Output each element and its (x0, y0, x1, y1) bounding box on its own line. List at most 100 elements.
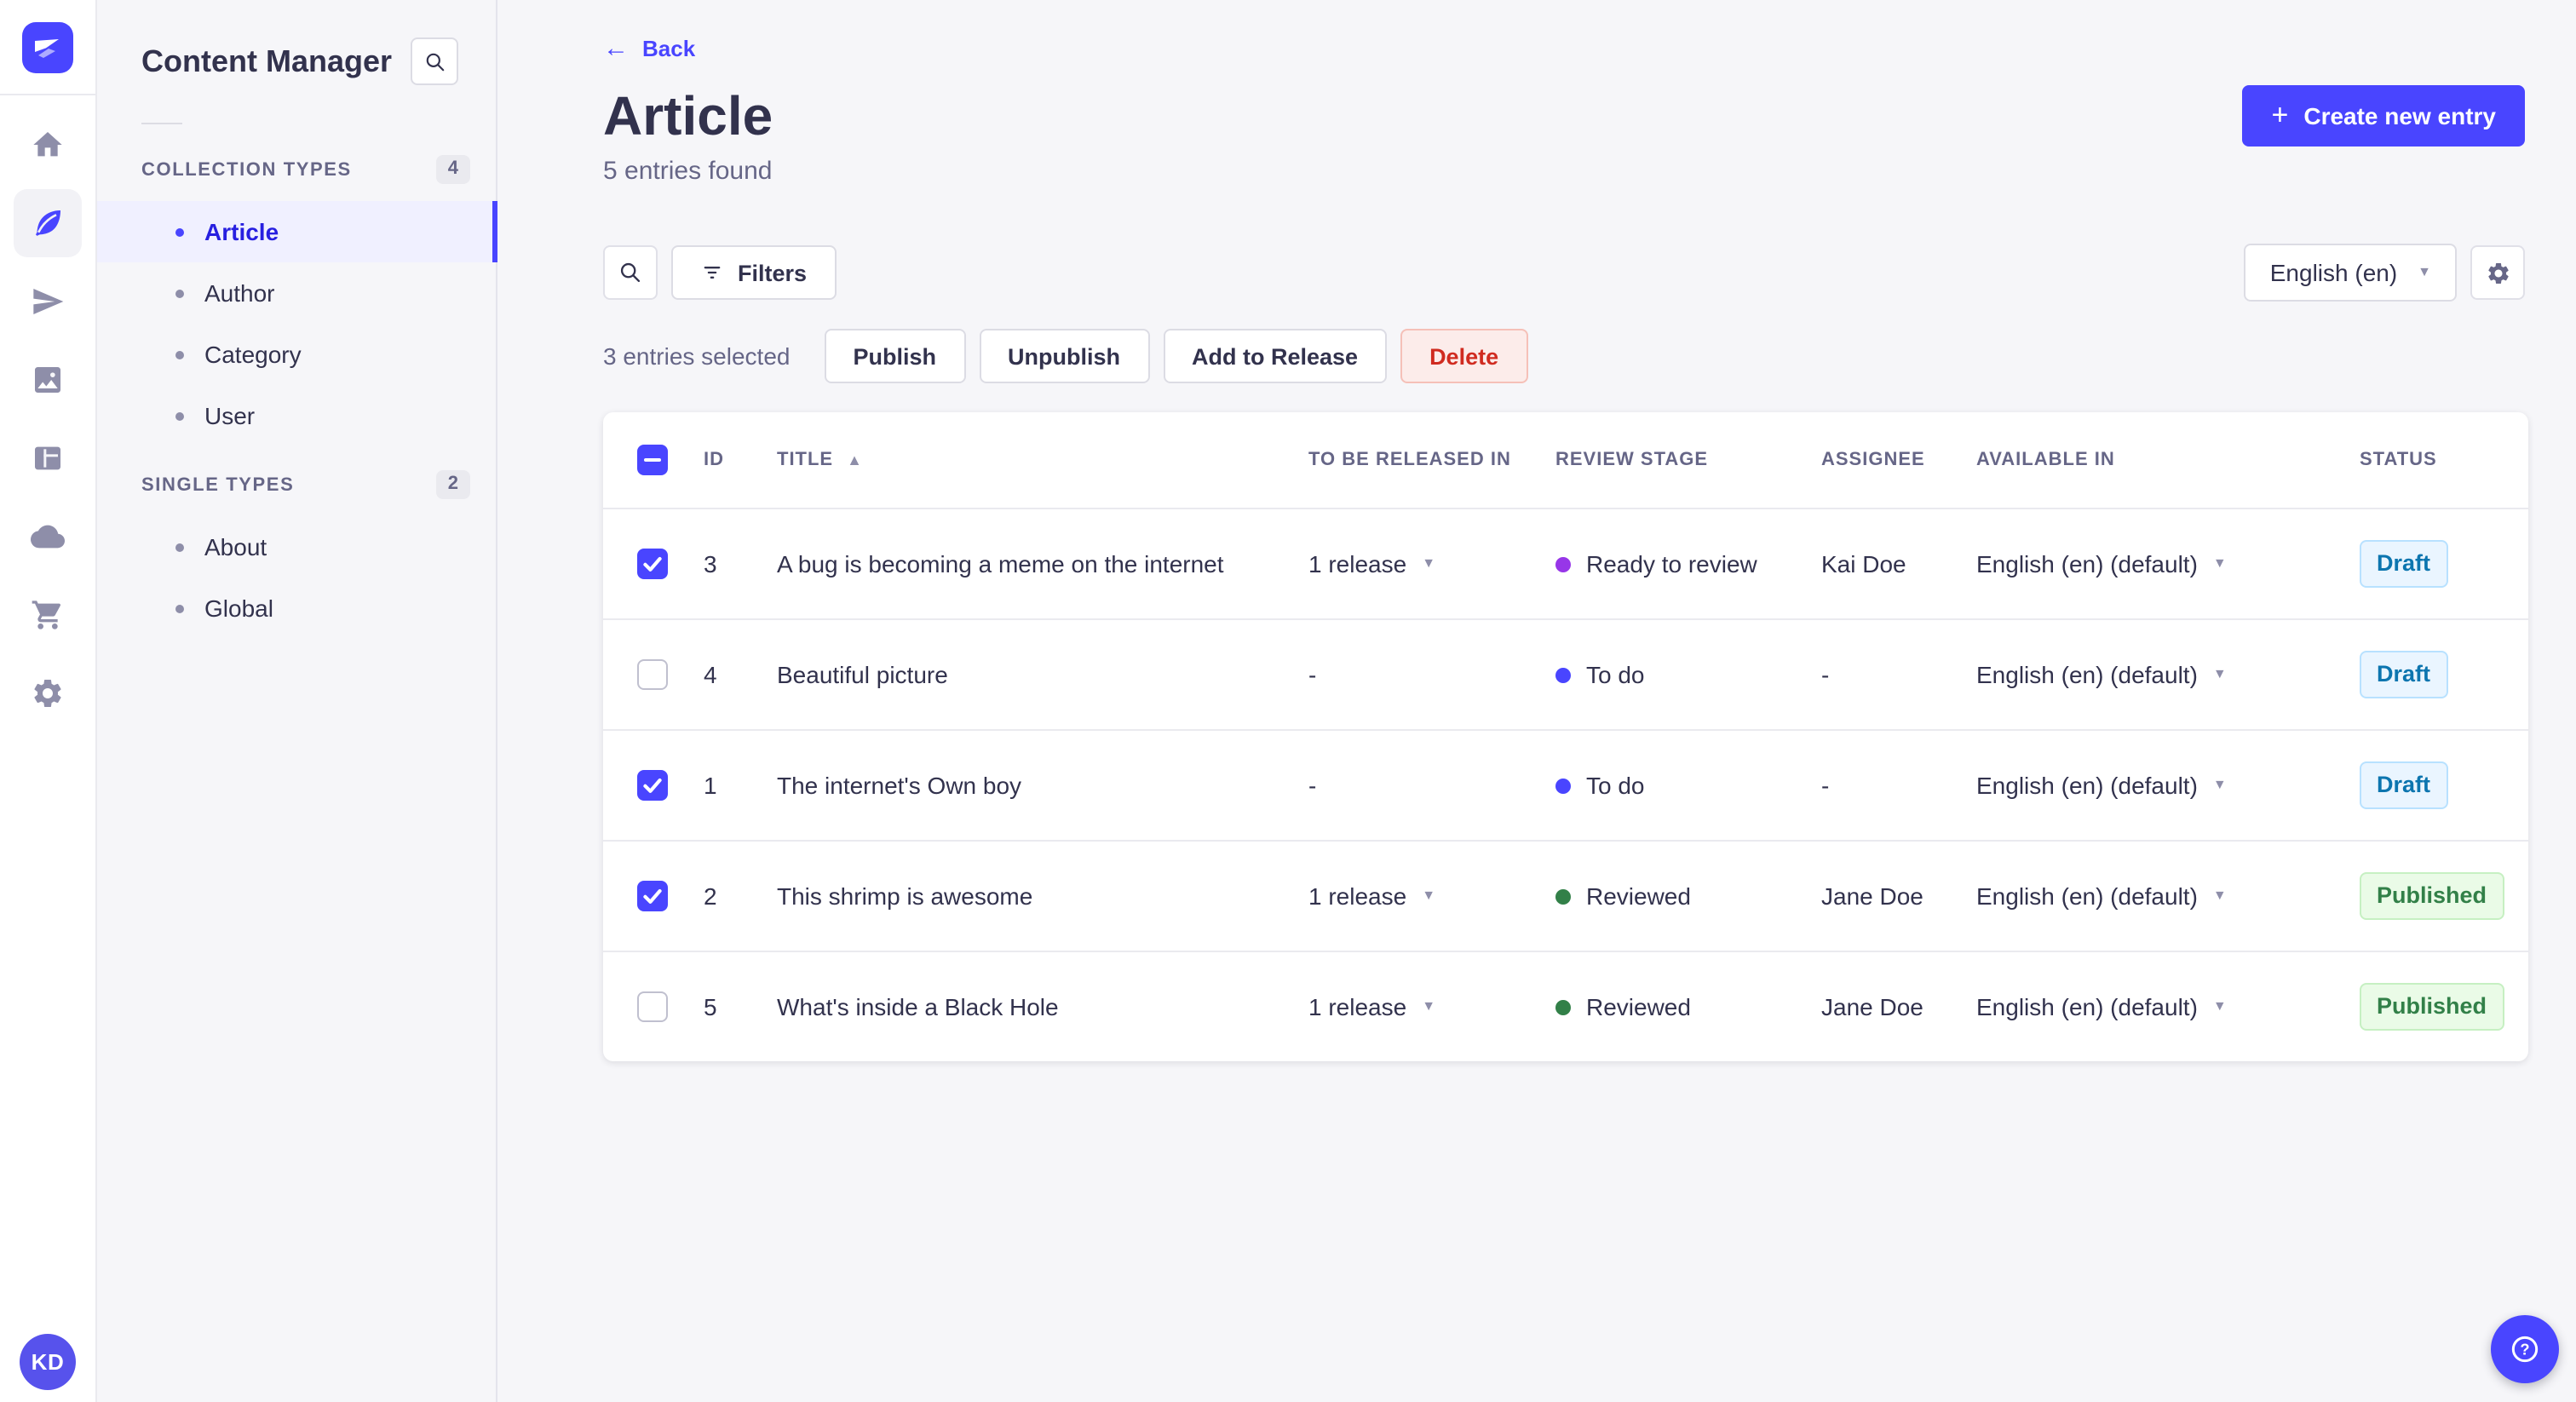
search-icon[interactable] (411, 37, 458, 85)
cell-title: What's inside a Black Hole (777, 993, 1059, 1020)
media-library-icon[interactable] (14, 346, 82, 414)
column-header-to-be-released-in[interactable]: TO BE RELEASED IN (1281, 450, 1528, 470)
marketplace-icon[interactable] (14, 581, 82, 649)
content-manager-icon[interactable] (14, 189, 82, 257)
cell-available-in-dropdown[interactable]: English (en) (default) ▼ (1949, 882, 2332, 910)
subnav-title: Content Manager (141, 43, 393, 78)
cell-id: 3 (704, 550, 717, 577)
stage-dot-icon (1555, 888, 1571, 904)
back-link[interactable]: ← Back (603, 36, 695, 61)
bullet-icon (175, 289, 184, 297)
subnav-item-about[interactable]: About (97, 516, 496, 577)
row-checkbox[interactable] (637, 659, 668, 690)
chevron-down-icon: ▼ (1422, 998, 1436, 1014)
cell-id: 1 (704, 772, 717, 799)
strapi-logo-icon[interactable] (22, 22, 73, 73)
cell-release-dropdown[interactable]: 1 release ▼ (1281, 550, 1528, 577)
cell-available-in-dropdown[interactable]: English (en) (default) ▼ (1949, 661, 2332, 688)
bullet-icon (175, 543, 184, 551)
column-header-review-stage[interactable]: REVIEW STAGE (1528, 450, 1794, 470)
cell-release-dropdown[interactable]: -▼ (1281, 661, 1528, 688)
create-new-entry-button[interactable]: + Create new entry (2242, 85, 2525, 147)
cell-title: This shrimp is awesome (777, 882, 1033, 910)
cell-id: 4 (704, 661, 717, 688)
sort-ascending-icon: ▲ (847, 451, 863, 468)
settings-icon[interactable] (14, 659, 82, 727)
rail-icon-nav (14, 111, 82, 727)
deploy-icon[interactable] (14, 503, 82, 571)
stage-dot-icon (1555, 999, 1571, 1014)
row-checkbox[interactable] (637, 991, 668, 1022)
plus-icon: + (2271, 99, 2289, 131)
cell-available-in-dropdown[interactable]: English (en) (default) ▼ (1949, 993, 2332, 1020)
subnav-item-label: Author (204, 279, 275, 307)
stage-dot-icon (1555, 556, 1571, 572)
table-row[interactable]: 1 The internet's Own boy -▼ To do - Engl… (603, 729, 2528, 840)
publish-button[interactable]: Publish (824, 329, 965, 383)
row-checkbox[interactable] (637, 549, 668, 579)
cell-review-stage: Ready to review (1528, 550, 1794, 577)
subnav-item-global[interactable]: Global (97, 577, 496, 639)
add-to-release-button[interactable]: Add to Release (1163, 329, 1388, 383)
status-badge: Published (2360, 983, 2504, 1031)
entries-table: ID TITLE ▲ TO BE RELEASED IN REVIEW STAGE… (603, 412, 2528, 1061)
subnav-item-label: Category (204, 341, 302, 368)
status-badge: Draft (2360, 540, 2448, 588)
subnav-item-label: Global (204, 595, 273, 622)
row-checkbox[interactable] (637, 770, 668, 801)
cell-review-stage: To do (1528, 661, 1794, 688)
content-type-builder-icon[interactable] (14, 424, 82, 492)
section-count-badge: 4 (435, 155, 470, 184)
column-header-assignee[interactable]: ASSIGNEE (1794, 450, 1949, 470)
section-label: SINGLE TYPES (141, 474, 295, 495)
bullet-icon (175, 604, 184, 612)
single-types-section: SINGLE TYPES 2 About Global (97, 470, 496, 639)
collection-types-section: COLLECTION TYPES 4 Article Author Catego… (97, 155, 497, 446)
cell-id: 2 (704, 882, 717, 910)
column-header-title[interactable]: TITLE ▲ (750, 450, 1281, 470)
cell-release-dropdown[interactable]: -▼ (1281, 772, 1528, 799)
subnav-item-label: Article (204, 218, 279, 245)
table-row[interactable]: 4 Beautiful picture -▼ To do - English (… (603, 618, 2528, 729)
filters-button[interactable]: Filters (671, 245, 837, 300)
section-label: COLLECTION TYPES (141, 159, 352, 180)
subnav-item-category[interactable]: Category (97, 324, 496, 385)
delete-button[interactable]: Delete (1400, 329, 1528, 383)
rail-divider (0, 94, 96, 95)
app-root: KD Content Manager COLLECTION TYPES 4 Ar… (0, 0, 2576, 1402)
row-checkbox[interactable] (637, 881, 668, 911)
table-row[interactable]: 3 A bug is becoming a meme on the intern… (603, 508, 2528, 618)
selection-count-text: 3 entries selected (603, 342, 791, 370)
subnav-item-article[interactable]: Article (97, 201, 497, 262)
cell-id: 5 (704, 993, 717, 1020)
page-title: Article (603, 85, 773, 147)
chevron-down-icon: ▼ (1422, 888, 1436, 903)
table-row[interactable]: 5 What's inside a Black Hole 1 release ▼ … (603, 951, 2528, 1061)
chevron-down-icon: ▼ (2212, 998, 2227, 1014)
chevron-down-icon: ▼ (2212, 888, 2227, 903)
subnav-item-label: User (204, 402, 256, 429)
table-row[interactable]: 2 This shrimp is awesome 1 release ▼ Revi… (603, 840, 2528, 951)
cell-available-in-dropdown[interactable]: English (en) (default) ▼ (1949, 550, 2332, 577)
column-header-status[interactable]: STATUS (2332, 450, 2528, 470)
column-header-id[interactable]: ID (676, 450, 750, 470)
cell-title: Beautiful picture (777, 661, 948, 688)
stage-dot-icon (1555, 667, 1571, 682)
gear-icon[interactable] (2470, 245, 2525, 300)
locale-select[interactable]: English (en) ▼ (2244, 244, 2457, 302)
user-avatar[interactable]: KD (20, 1334, 76, 1390)
entries-count: 5 entries found (603, 157, 773, 186)
subnav-item-label: About (204, 533, 267, 560)
select-all-checkbox[interactable] (637, 445, 668, 475)
subnav-item-author[interactable]: Author (97, 262, 496, 324)
home-icon[interactable] (14, 111, 82, 179)
cell-available-in-dropdown[interactable]: English (en) (default) ▼ (1949, 772, 2332, 799)
cell-release-dropdown[interactable]: 1 release ▼ (1281, 882, 1528, 910)
search-icon[interactable] (603, 245, 658, 300)
releases-icon[interactable] (14, 267, 82, 336)
cell-release-dropdown[interactable]: 1 release ▼ (1281, 993, 1528, 1020)
help-icon[interactable]: ? (2491, 1315, 2559, 1383)
column-header-available-in[interactable]: AVAILABLE IN (1949, 450, 2332, 470)
subnav-item-user[interactable]: User (97, 385, 496, 446)
unpublish-button[interactable]: Unpublish (979, 329, 1149, 383)
